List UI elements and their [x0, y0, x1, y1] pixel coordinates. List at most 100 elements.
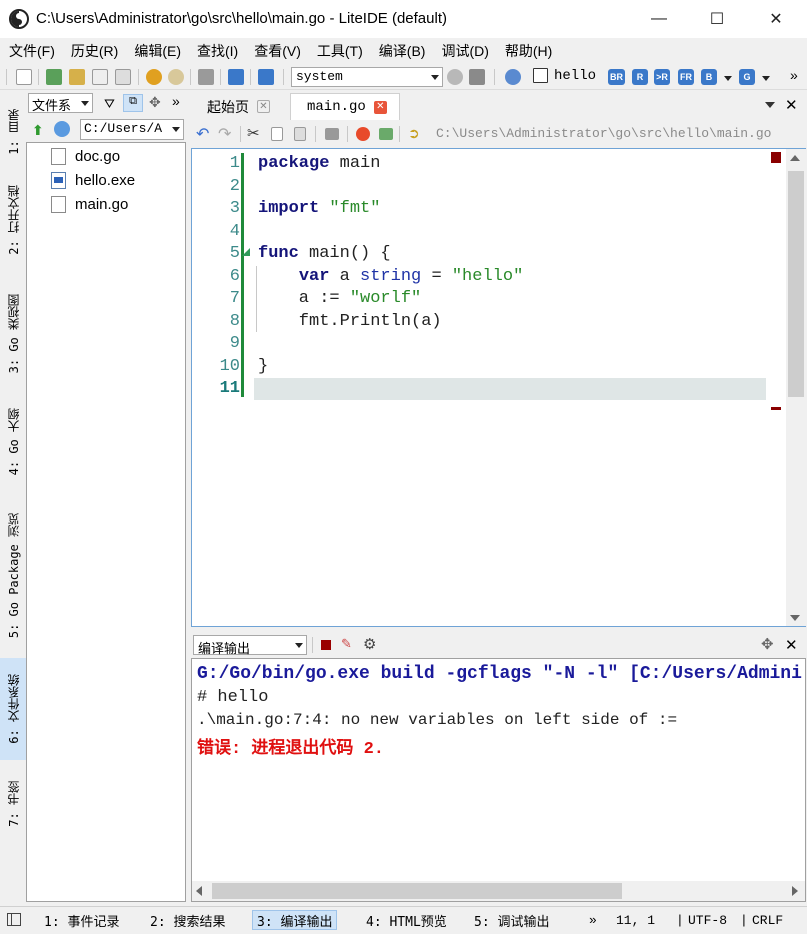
scroll-left-icon[interactable] [196, 886, 202, 896]
goto-icon[interactable] [379, 128, 393, 140]
scroll-up-icon[interactable] [790, 155, 800, 161]
tab-go-class-view[interactable]: 3: Go 类视图 [0, 284, 26, 384]
tab-go-package-browser[interactable]: 5: Go Package 浏览 [0, 500, 26, 652]
redo-icon[interactable]: ↷ [218, 124, 231, 144]
move-panel-icon[interactable]: ✥ [761, 635, 774, 653]
toolbar-overflow-button[interactable]: » [790, 67, 798, 83]
filter-icon[interactable]: ⛛ [104, 96, 115, 112]
back-icon[interactable] [146, 69, 162, 85]
tab-open-documents[interactable]: 2: 打开文档 [0, 172, 26, 268]
lock-icon[interactable] [325, 128, 339, 140]
open-file-icon[interactable] [46, 69, 62, 85]
file-run-button[interactable]: FR [678, 69, 694, 85]
breakpoint-icon[interactable] [356, 127, 370, 141]
toolbar-separator [138, 69, 139, 85]
error-marker[interactable] [771, 407, 781, 410]
gear-icon[interactable] [505, 69, 521, 85]
forward-icon[interactable] [168, 69, 184, 85]
error-marker[interactable] [771, 152, 781, 163]
get-dropdown-icon[interactable] [762, 76, 770, 81]
menu-history[interactable]: 历史(R) [71, 41, 118, 61]
scroll-down-icon[interactable] [790, 615, 800, 621]
menu-view[interactable]: 查看(V) [254, 41, 301, 61]
encoding-indicator: UTF-8 [688, 913, 728, 928]
list-item[interactable]: main.go [51, 193, 128, 215]
view-mode-select[interactable]: 文件系 [28, 93, 93, 113]
output-horizontal-scrollbar[interactable] [192, 881, 805, 901]
environment-value: system [296, 69, 343, 84]
run-term-button[interactable]: >R [654, 69, 670, 85]
menu-debug[interactable]: 调试(D) [441, 41, 488, 61]
build-target-checkbox[interactable] [533, 68, 548, 83]
panel-overflow-button[interactable]: » [172, 93, 180, 109]
environment-select[interactable]: system [291, 67, 443, 87]
refresh-env-icon[interactable] [447, 69, 463, 85]
home-icon[interactable] [228, 69, 244, 85]
toolbar-separator [240, 126, 241, 142]
open-folder-icon[interactable] [69, 69, 85, 85]
list-item[interactable]: doc.go [51, 145, 120, 167]
build-output-panel[interactable]: G:/Go/bin/go.exe build -gcflags "-N -l" … [191, 658, 806, 902]
scroll-right-icon[interactable] [792, 886, 798, 896]
refresh-icon[interactable] [54, 121, 70, 137]
move-panel-icon[interactable]: ✥ [149, 94, 161, 111]
menu-help[interactable]: 帮助(H) [505, 41, 552, 61]
undo-icon[interactable]: ↶ [196, 124, 209, 144]
edit-env-icon[interactable] [469, 69, 485, 85]
tab-start-page[interactable]: 起始页 ✕ [191, 93, 285, 120]
copy-icon[interactable] [271, 127, 283, 141]
code-editor[interactable]: 1 2 3 4 5 6 7 8 9 10 11 package main imp… [191, 148, 806, 627]
scrollbar-thumb[interactable] [212, 883, 622, 899]
toggle-panels-icon[interactable] [7, 913, 21, 926]
get-button[interactable]: G [739, 69, 755, 85]
save-icon[interactable] [92, 69, 108, 85]
run-button[interactable]: R [632, 69, 648, 85]
close-editor-icon[interactable]: ✕ [785, 96, 798, 114]
gear-icon[interactable]: ⚙ [363, 635, 376, 653]
paste-icon[interactable] [294, 127, 306, 141]
navigate-icon[interactable]: ➲ [408, 125, 420, 142]
tab-build-output[interactable]: 3: 编译输出 [252, 910, 338, 930]
go-icon[interactable] [258, 69, 274, 85]
tab-bookmarks[interactable]: 7: 书签 [0, 774, 26, 834]
output-select[interactable]: 编译输出 [193, 635, 307, 656]
tab-go-outline[interactable]: 4: Go 大纲 [0, 398, 26, 486]
minimize-button[interactable]: — [636, 0, 682, 38]
new-file-icon[interactable] [16, 69, 32, 85]
close-icon[interactable]: ✕ [257, 100, 270, 113]
tab-html-preview[interactable]: 4: HTML预览 [362, 910, 451, 930]
tab-debug-output[interactable]: 5: 调试输出 [470, 910, 553, 930]
cut-icon[interactable]: ✂ [247, 124, 260, 142]
tab-list-dropdown-icon[interactable] [765, 102, 775, 108]
sync-editor-icon[interactable]: ⧉ [123, 94, 143, 112]
path-select[interactable]: C:/Users/A [80, 119, 184, 140]
fold-marker-icon[interactable] [242, 248, 250, 256]
tab-search-results[interactable]: 2: 搜索结果 [146, 910, 229, 930]
maximize-button[interactable]: ☐ [694, 0, 740, 38]
stop-icon[interactable] [321, 640, 331, 650]
close-icon[interactable]: ✕ [373, 100, 387, 114]
status-tabs-overflow[interactable]: » [589, 913, 597, 928]
tab-file-system[interactable]: 6: 文件系统 [0, 658, 26, 760]
list-item[interactable]: hello.exe [51, 169, 135, 191]
menu-tools[interactable]: 工具(T) [317, 41, 363, 61]
build-button[interactable]: B [701, 69, 717, 85]
menu-edit[interactable]: 编辑(E) [134, 41, 181, 61]
line-number: 4 [229, 222, 240, 241]
close-window-button[interactable]: ✕ [753, 0, 799, 38]
save-all-icon[interactable] [115, 69, 131, 85]
menu-build[interactable]: 编译(B) [379, 41, 426, 61]
close-output-icon[interactable]: ✕ [785, 636, 798, 654]
editor-vertical-scrollbar[interactable] [786, 149, 806, 626]
scrollbar-thumb[interactable] [788, 171, 804, 397]
menu-find[interactable]: 查找(I) [197, 41, 238, 61]
tab-event-log[interactable]: 1: 事件记录 [40, 910, 123, 930]
build-run-button[interactable]: BR [608, 69, 625, 85]
menu-file[interactable]: 文件(F) [9, 41, 55, 61]
tools-icon[interactable] [198, 69, 214, 85]
build-dropdown-icon[interactable] [724, 76, 732, 81]
up-folder-icon[interactable]: ⬆ [32, 122, 44, 139]
tab-directory[interactable]: 1: 目录 [0, 100, 26, 164]
tab-main-go[interactable]: main.go ✕ [290, 93, 400, 120]
clear-icon[interactable]: ✎ [341, 636, 352, 652]
